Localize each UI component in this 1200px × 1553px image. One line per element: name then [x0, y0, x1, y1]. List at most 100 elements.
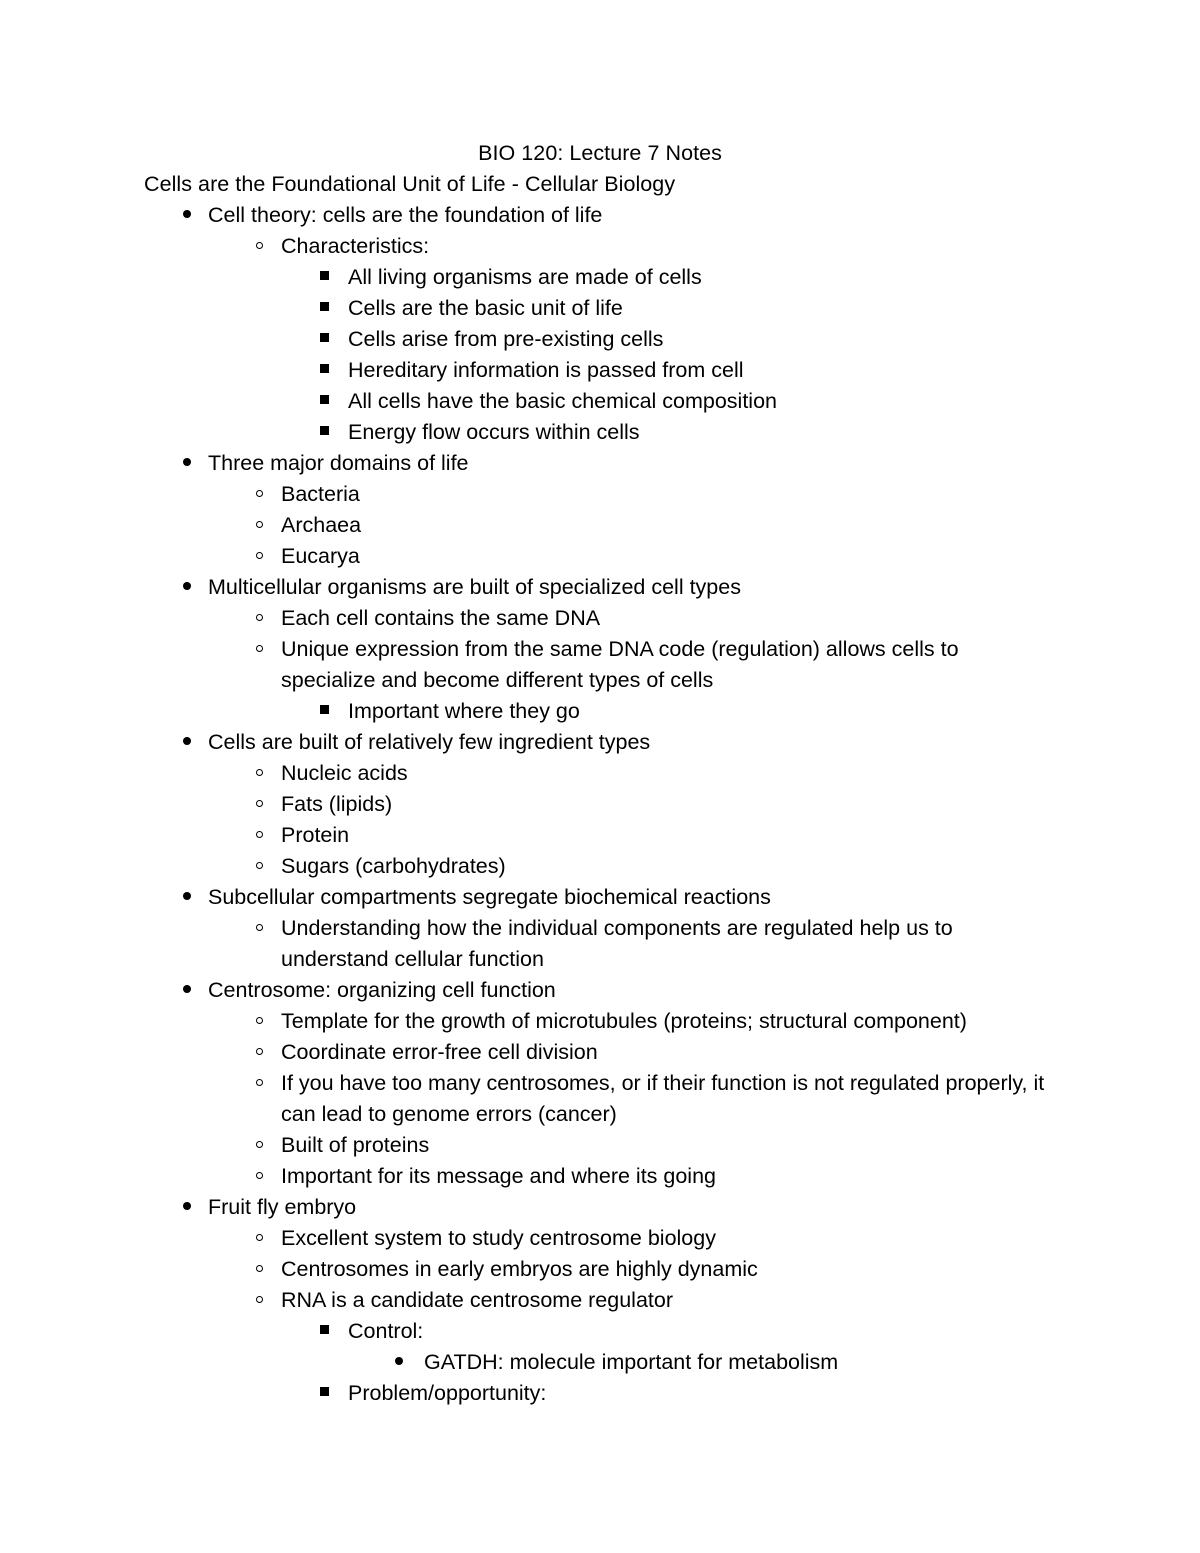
bullet-glyph: [320, 271, 329, 280]
outline-item-text: If you have too many centrosomes, or if …: [281, 1071, 1051, 1126]
bullet-glyph: [256, 1296, 263, 1303]
outline-item-level-2: Characteristics:: [144, 231, 1056, 262]
document-subtitle: Cells are the Foundational Unit of Life …: [144, 172, 676, 196]
outline-item-level-2: RNA is a candidate centrosome regulator: [144, 1285, 1056, 1316]
outline-item-level-1: Multicellular organisms are built of spe…: [144, 572, 1056, 603]
outline-item-level-2: Each cell contains the same DNA: [144, 603, 1056, 634]
bullet-square-icon: [320, 324, 348, 355]
bullet-glyph: [256, 242, 263, 249]
outline-item-text: Subcellular compartments segregate bioch…: [208, 885, 771, 909]
bullet-square-icon: [320, 696, 348, 727]
outline-item-text: Fruit fly embryo: [208, 1195, 357, 1219]
bullet-square-icon: [320, 386, 348, 417]
outline-item-text: Nucleic acids: [281, 761, 408, 785]
outline-item-level-2: Excellent system to study centrosome bio…: [144, 1223, 1056, 1254]
bullet-glyph: [320, 333, 329, 342]
outline-item-level-1: Subcellular compartments segregate bioch…: [144, 882, 1056, 913]
outline-item-text: Multicellular organisms are built of spe…: [208, 575, 741, 599]
bullet-glyph: [183, 1202, 191, 1210]
bullet-disc-icon: [183, 727, 208, 758]
bullet-glyph: [256, 1017, 263, 1024]
outline-item-text: Each cell contains the same DNA: [281, 606, 601, 630]
page-title: BIO 120: Lecture 7 Notes: [478, 141, 722, 165]
bullet-circle-icon: [256, 1037, 281, 1068]
bullet-square-icon: [320, 1378, 348, 1409]
bullet-glyph: [256, 924, 263, 931]
bullet-glyph: [256, 1234, 263, 1241]
outline-item-level-2: Coordinate error-free cell division: [144, 1037, 1056, 1068]
outline-item-text: Control:: [348, 1319, 424, 1343]
bullet-disc-icon: [183, 448, 208, 479]
outline-item-text: Built of proteins: [281, 1133, 430, 1157]
outline-item-level-2: If you have too many centrosomes, or if …: [144, 1068, 1056, 1130]
bullet-circle-icon: [256, 1130, 281, 1161]
bullet-glyph: [183, 458, 191, 466]
outline-item-level-2: Understanding how the individual compone…: [144, 913, 1056, 975]
bullet-glyph: [256, 1048, 263, 1055]
bullet-glyph: [183, 985, 191, 993]
outline-item-text: Sugars (carbohydrates): [281, 854, 506, 878]
bullet-glyph: [256, 645, 263, 652]
bullet-glyph: [183, 582, 191, 590]
outline-item-text: Unique expression from the same DNA code…: [281, 637, 965, 692]
bullet-disc-icon: [183, 572, 208, 603]
outline-item-level-2: Fats (lipids): [144, 789, 1056, 820]
bullet-disc-icon: [183, 200, 208, 231]
outline-item-text: Cells arise from pre-existing cells: [348, 327, 664, 351]
outline-item-level-3: Cells arise from pre-existing cells: [144, 324, 1056, 355]
outline-item-level-2: Bacteria: [144, 479, 1056, 510]
outline-item-level-2: Built of proteins: [144, 1130, 1056, 1161]
bullet-circle-icon: [256, 1161, 281, 1192]
bullet-glyph: [183, 737, 191, 745]
outline-item-text: Centrosome: organizing cell function: [208, 978, 556, 1002]
outline-item-level-3: Problem/opportunity:: [144, 1378, 1056, 1409]
outline-item-level-2: Eucarya: [144, 541, 1056, 572]
outline-item-text: Cells are the basic unit of life: [348, 296, 623, 320]
bullet-circle-icon: [256, 851, 281, 882]
bullet-glyph: [256, 552, 263, 559]
bullet-disc-icon: [183, 975, 208, 1006]
outline-item-text: Important where they go: [348, 699, 580, 723]
bullet-circle-icon: [256, 758, 281, 789]
bullet-glyph: [256, 862, 263, 869]
bullet-glyph: [320, 1325, 329, 1334]
bullet-circle-icon: [256, 1285, 281, 1316]
outline-item-text: Centrosomes in early embryos are highly …: [281, 1257, 758, 1281]
outline-item-text: Coordinate error-free cell division: [281, 1040, 598, 1064]
outline-item-level-1: Cells are built of relatively few ingred…: [144, 727, 1056, 758]
bullet-circle-icon: [256, 231, 281, 262]
outline-item-level-1: Fruit fly embryo: [144, 1192, 1056, 1223]
bullet-glyph: [256, 1079, 263, 1086]
bullet-disc-icon: [183, 1192, 208, 1223]
document-page: BIO 120: Lecture 7 Notes Cells are the F…: [0, 0, 1200, 1553]
bullet-glyph: [256, 1265, 263, 1272]
outline-item-level-1: Three major domains of life: [144, 448, 1056, 479]
outline-item-text: Excellent system to study centrosome bio…: [281, 1226, 716, 1250]
outline-item-level-3: Energy flow occurs within cells: [144, 417, 1056, 448]
outline-item-text: Fats (lipids): [281, 792, 393, 816]
bullet-glyph: [395, 1357, 403, 1365]
outline-item-text: Three major domains of life: [208, 451, 469, 475]
outline-item-text: Protein: [281, 823, 350, 847]
outline-item-level-3: Control:: [144, 1316, 1056, 1347]
bullet-circle-icon: [256, 789, 281, 820]
outline-item-level-2: Nucleic acids: [144, 758, 1056, 789]
outline-item-level-3: Cells are the basic unit of life: [144, 293, 1056, 324]
outline-list: Cell theory: cells are the foundation of…: [144, 200, 1056, 1409]
bullet-square-icon: [320, 1316, 348, 1347]
document-body: BIO 120: Lecture 7 Notes Cells are the F…: [144, 138, 1056, 1409]
bullet-glyph: [183, 892, 191, 900]
bullet-glyph: [256, 521, 263, 528]
outline-item-level-3: Important where they go: [144, 696, 1056, 727]
outline-item-level-1: Cell theory: cells are the foundation of…: [144, 200, 1056, 231]
bullet-circle-icon: [256, 913, 281, 944]
bullet-glyph: [256, 1172, 263, 1179]
outline-item-level-3: Hereditary information is passed from ce…: [144, 355, 1056, 386]
bullet-glyph: [256, 490, 263, 497]
bullet-square-icon: [320, 262, 348, 293]
bullet-circle-icon: [256, 634, 281, 665]
outline-item-level-3: All cells have the basic chemical compos…: [144, 386, 1056, 417]
bullet-glyph: [256, 614, 263, 621]
outline-item-level-2: Unique expression from the same DNA code…: [144, 634, 1056, 696]
outline-item-level-1: Centrosome: organizing cell function: [144, 975, 1056, 1006]
